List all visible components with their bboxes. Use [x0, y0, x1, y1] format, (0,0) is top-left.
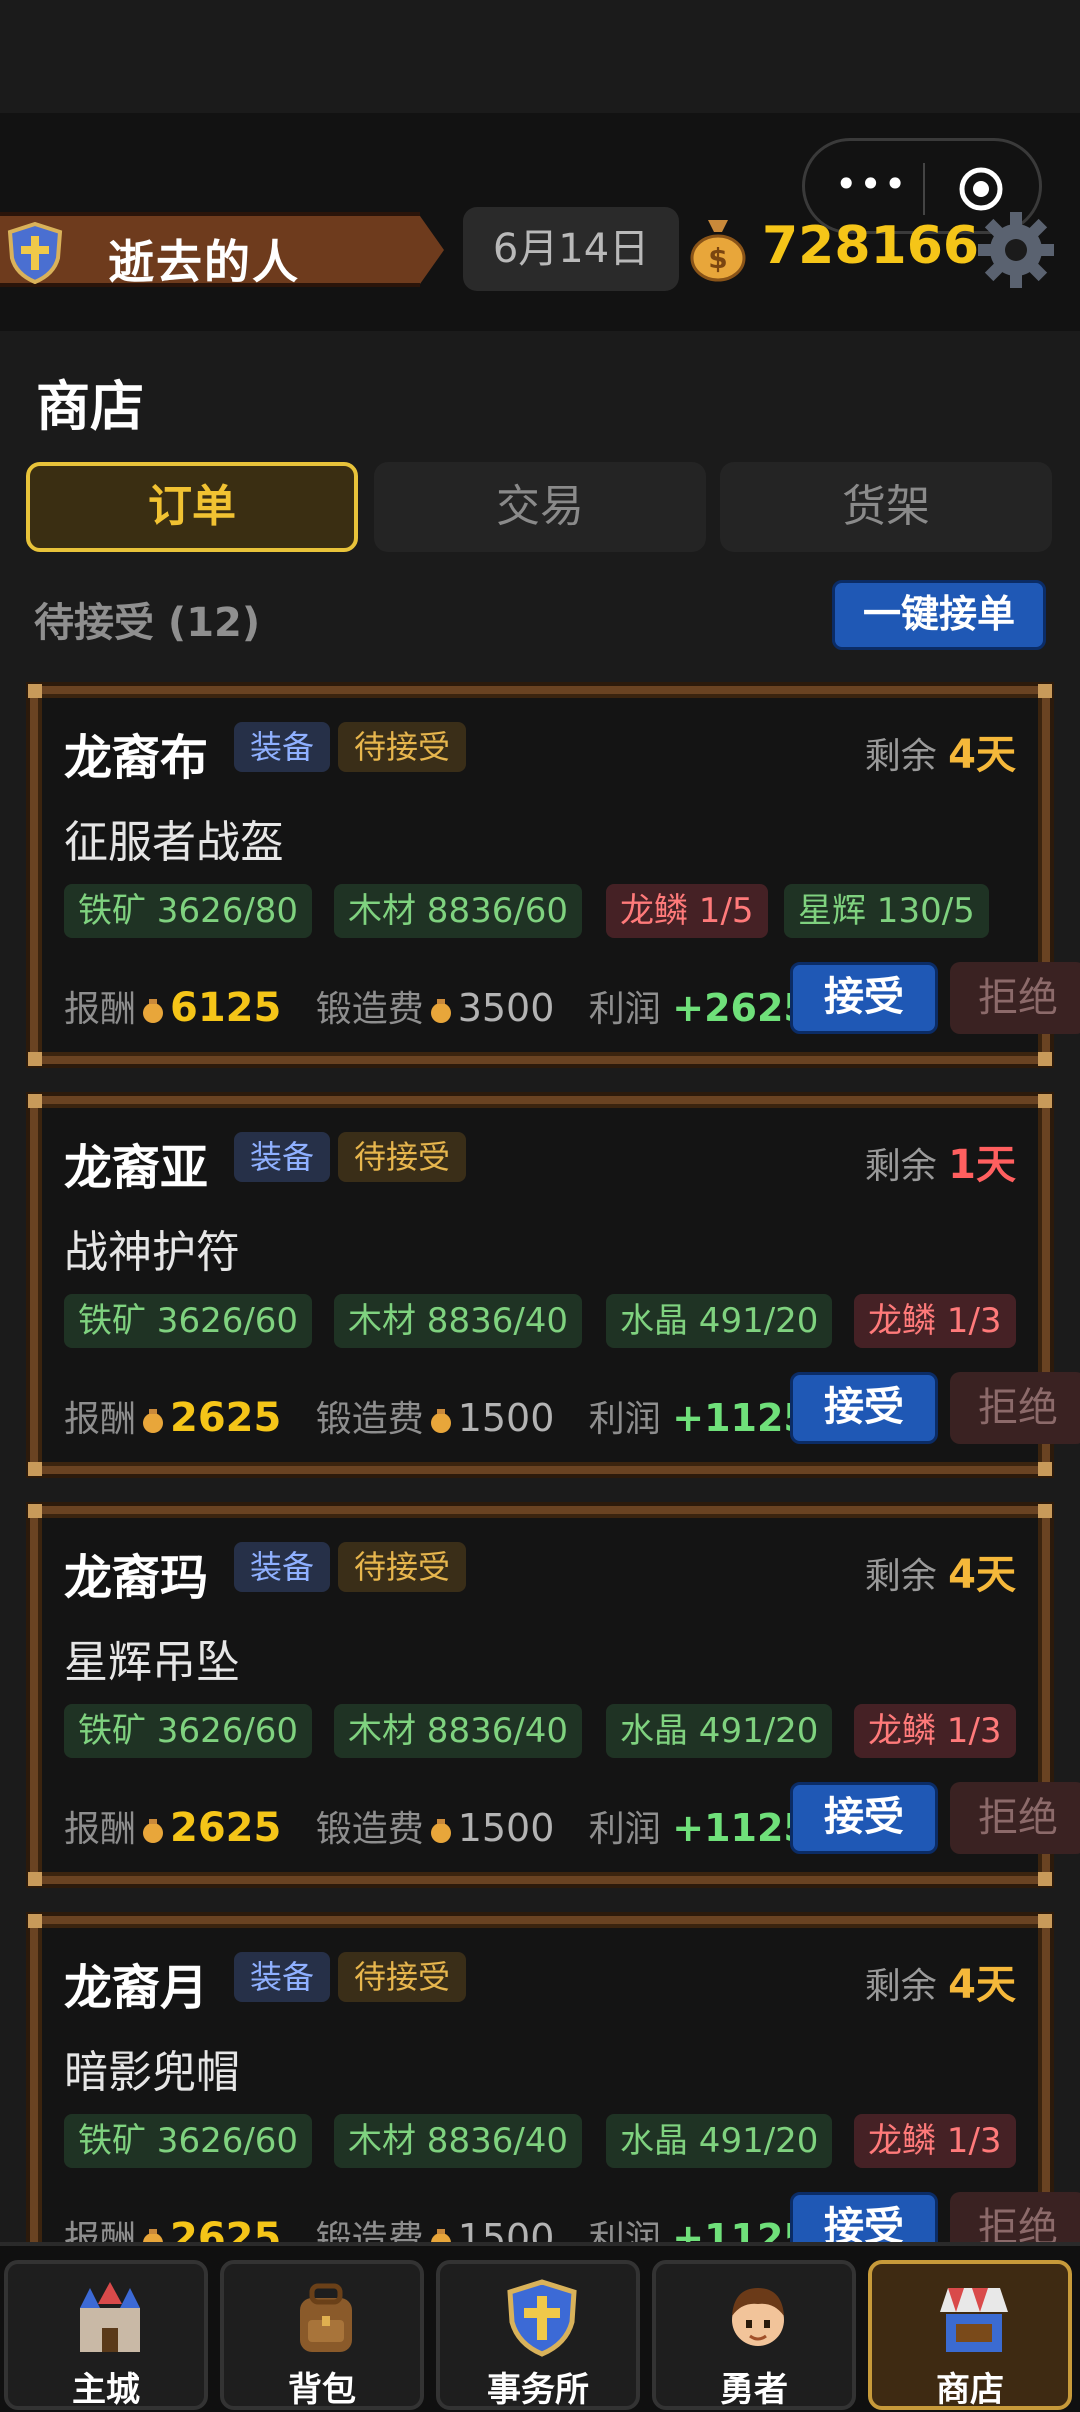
reward-value: 6125 — [170, 985, 282, 1031]
shop-stall-icon — [940, 2288, 1008, 2352]
reward-value: 2625 — [170, 1395, 282, 1441]
one-click-accept-button[interactable]: 一键接单 — [832, 580, 1046, 650]
type-tag: 装备 — [234, 1952, 331, 2002]
more-menu-button[interactable]: ••• — [835, 165, 906, 209]
material-chip: 铁矿 3626/60 — [64, 2114, 313, 2168]
fee-value: 1500 — [457, 1396, 555, 1440]
material-chip: 木材 8836/40 — [334, 2114, 583, 2168]
status-badge: 待接受 — [338, 1542, 467, 1592]
bottom-nav: 主城 背包 事务所 勇者 商店 — [0, 2242, 1080, 2412]
item-name: 征服者战盔 — [64, 817, 284, 868]
shield-icon — [507, 2279, 577, 2357]
fee-value: 3500 — [457, 986, 555, 1030]
status-badge: 待接受 — [338, 1132, 467, 1182]
material-chip: 木材 8836/40 — [334, 1704, 583, 1758]
capsule-divider — [923, 163, 925, 215]
nav-label: 商店 — [936, 2370, 1004, 2410]
reject-button[interactable]: 拒绝 — [950, 1782, 1080, 1854]
customer-name: 龙裔布 — [64, 730, 209, 786]
customer-name: 龙裔玛 — [64, 1550, 209, 1606]
order-card: 龙裔布 装备 待接受 剩余 4天 征服者战盔 铁矿 3626/80 木材 883… — [28, 684, 1080, 1066]
material-chip-short: 龙鳞 1/5 — [606, 884, 768, 938]
status-badge: 待接受 — [338, 722, 467, 772]
accept-button[interactable]: 接受 — [790, 1782, 938, 1854]
customer-name: 龙裔亚 — [64, 1140, 209, 1196]
type-tag: 装备 — [234, 722, 331, 772]
date-display: 6月14日 — [463, 207, 679, 291]
remaining-days: 4天 — [948, 1962, 1016, 2008]
remaining-time: 剩余 4天 — [864, 1962, 1016, 2008]
nav-label: 勇者 — [720, 2370, 788, 2410]
accept-button[interactable]: 接受 — [790, 1372, 938, 1444]
item-name: 战神护符 — [64, 1227, 240, 1278]
player-name: 逝去的人 — [108, 235, 300, 289]
nav-backpack[interactable]: 背包 — [220, 2260, 424, 2410]
fee-value: 1500 — [457, 1806, 555, 1850]
remaining-days: 1天 — [948, 1142, 1016, 1188]
reward-value: 2625 — [170, 1805, 282, 1851]
type-tag: 装备 — [234, 1132, 331, 1182]
close-target-icon[interactable] — [957, 165, 1005, 213]
nav-main-city[interactable]: 主城 — [4, 2260, 208, 2410]
type-tag: 装备 — [234, 1542, 331, 1592]
material-chip: 木材 8836/40 — [334, 1294, 583, 1348]
tab-shelf[interactable]: 货架 — [720, 462, 1052, 552]
coin-icon — [143, 999, 164, 1023]
nav-shop[interactable]: 商店 — [868, 2260, 1072, 2410]
gold-amount: 728166 — [762, 216, 980, 276]
accept-button[interactable]: 接受 — [790, 962, 938, 1034]
material-chip-short: 龙鳞 1/3 — [854, 1294, 1016, 1348]
material-chip: 水晶 491/20 — [606, 1294, 833, 1348]
svg-text:$: $ — [708, 242, 727, 275]
order-economics: 报酬 2625 锻造费 1500 利润 +1125 — [64, 1805, 810, 1851]
material-chip: 铁矿 3626/80 — [64, 884, 313, 938]
hero-icon — [732, 2288, 784, 2346]
material-chip: 木材 8836/60 — [334, 884, 583, 938]
nav-label: 背包 — [288, 2370, 356, 2410]
order-economics: 报酬 6125 锻造费 3500 利润 +2625 — [64, 985, 810, 1031]
nav-office[interactable]: 事务所 — [436, 2260, 640, 2410]
castle-icon — [80, 2282, 140, 2352]
remaining-time: 剩余 4天 — [864, 732, 1016, 778]
money-bag-icon: $ — [690, 220, 746, 282]
remaining-days: 4天 — [948, 732, 1016, 778]
material-chip: 铁矿 3626/60 — [64, 1294, 313, 1348]
item-name: 暗影兜帽 — [64, 2047, 240, 2098]
remaining-time: 剩余 1天 — [864, 1142, 1016, 1188]
coin-icon — [430, 1409, 451, 1433]
backpack-icon — [300, 2283, 352, 2352]
material-chip-short: 龙鳞 1/3 — [854, 1704, 1016, 1758]
order-card: 龙裔亚 装备 待接受 剩余 1天 战神护符 铁矿 3626/60 木材 8836… — [28, 1094, 1080, 1476]
nav-heroes[interactable]: 勇者 — [652, 2260, 856, 2410]
shop-screen: { "header": { "player_name": "逝去的人", "da… — [0, 0, 1080, 2412]
coin-icon — [430, 1819, 451, 1843]
tab-orders[interactable]: 订单 — [26, 462, 358, 552]
material-chip: 水晶 491/20 — [606, 1704, 833, 1758]
coin-icon — [430, 999, 451, 1023]
player-banner[interactable]: 逝去的人 — [0, 212, 444, 289]
material-chip-short: 龙鳞 1/3 — [854, 2114, 1016, 2168]
material-chip: 星辉 130/5 — [784, 884, 989, 938]
item-name: 星辉吊坠 — [64, 1637, 240, 1688]
order-card: 龙裔玛 装备 待接受 剩余 4天 星辉吊坠 铁矿 3626/60 木材 8836… — [28, 1504, 1080, 1886]
reject-button[interactable]: 拒绝 — [950, 1372, 1080, 1444]
nav-label: 事务所 — [487, 2370, 589, 2410]
material-chip: 水晶 491/20 — [606, 2114, 833, 2168]
nav-label: 主城 — [72, 2370, 140, 2410]
order-card: 龙裔月 装备 待接受 剩余 4天 暗影兜帽 铁矿 3626/60 木材 8836… — [28, 1914, 1080, 2294]
shield-icon — [7, 222, 63, 284]
coin-icon — [143, 1409, 164, 1433]
tab-trade[interactable]: 交易 — [374, 462, 706, 552]
remaining-days: 4天 — [948, 1552, 1016, 1598]
coin-icon — [143, 1819, 164, 1843]
gear-icon[interactable] — [976, 210, 1056, 290]
reject-button[interactable]: 拒绝 — [950, 962, 1080, 1034]
order-economics: 报酬 2625 锻造费 1500 利润 +1125 — [64, 1395, 810, 1441]
material-chip: 铁矿 3626/60 — [64, 1704, 313, 1758]
page-title: 商店 — [36, 375, 144, 438]
remaining-time: 剩余 4天 — [864, 1552, 1016, 1598]
customer-name: 龙裔月 — [64, 1960, 209, 2016]
status-badge: 待接受 — [338, 1952, 467, 2002]
pending-count-label: 待接受 (12) — [34, 600, 261, 646]
